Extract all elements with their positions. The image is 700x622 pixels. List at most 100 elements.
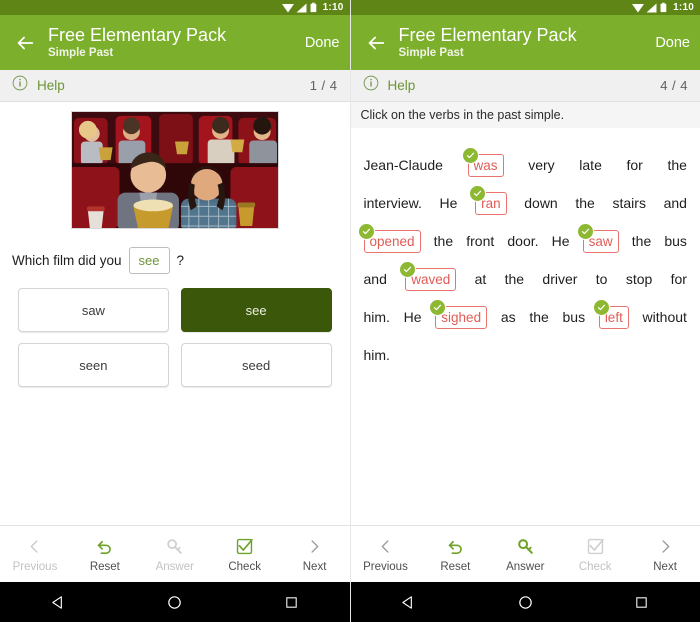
word[interactable]: for [670, 260, 688, 298]
word[interactable]: stairs [612, 184, 647, 222]
status-bar-icons-right: 1:10 [632, 2, 694, 13]
info-icon [363, 75, 379, 96]
word[interactable]: for [626, 146, 644, 184]
help-label: Help [387, 78, 416, 93]
tagged-verb-was[interactable]: was [461, 146, 504, 177]
wifi-icon [281, 3, 294, 13]
undo-icon [446, 535, 465, 557]
check-badge-icon [469, 184, 487, 202]
page-subtitle: Simple Past [398, 46, 464, 59]
toolbar-reset-label: Reset [89, 561, 120, 573]
word[interactable]: the [666, 146, 687, 184]
word[interactable]: very [527, 146, 555, 184]
tagged-verb-waved[interactable]: waved [399, 260, 457, 291]
word[interactable]: late [578, 146, 603, 184]
word[interactable]: bus [562, 298, 587, 336]
word[interactable]: He [551, 222, 571, 260]
status-bar-time: 1:10 [673, 2, 694, 13]
screen-right: 1:10 Free Elementary Pack Simple Past Do… [350, 0, 700, 622]
word[interactable]: stop [625, 260, 653, 298]
word[interactable]: front [465, 222, 495, 260]
toolbar-answer-button[interactable]: Answer [490, 535, 560, 573]
tagged-verb-saw[interactable]: saw [576, 222, 619, 253]
android-nav-bar-right [350, 582, 700, 622]
word[interactable]: at [474, 260, 488, 298]
toolbar-reset-button[interactable]: Reset [70, 535, 140, 573]
android-nav-bar [0, 582, 350, 622]
word[interactable]: the [574, 184, 595, 222]
toolbar-answer-button[interactable]: Answer [140, 535, 210, 573]
toolbar-reset-button[interactable]: Reset [420, 535, 490, 573]
word[interactable]: bus [663, 222, 688, 260]
help-button[interactable]: Help [12, 75, 65, 96]
back-arrow-icon[interactable] [363, 32, 389, 54]
chevron-right-icon [305, 535, 324, 557]
instruction-bar: Click on the verbs in the past simple. [350, 102, 700, 128]
word[interactable]: without [642, 298, 688, 336]
nav-recents-square-icon[interactable] [622, 582, 662, 622]
status-bar: 1:10 [0, 0, 350, 15]
tagged-verb-label: waved [411, 271, 451, 287]
nav-back-triangle-icon[interactable] [389, 582, 429, 622]
word[interactable]: and [663, 184, 688, 222]
word[interactable]: to [595, 260, 609, 298]
nav-back-triangle-icon[interactable] [38, 582, 78, 622]
app-bar-titles-right: Free Elementary Pack Simple Past [399, 25, 650, 61]
signal-icon [296, 3, 307, 13]
word[interactable]: driver [541, 260, 578, 298]
word[interactable]: as [500, 298, 517, 336]
chevron-left-icon [25, 535, 44, 557]
word[interactable]: the [631, 222, 652, 260]
page-title: Free Elementary Pack [48, 24, 227, 45]
exercise-line: and waved at the driver to stop for [363, 260, 689, 298]
word[interactable]: interview. [363, 184, 423, 222]
back-arrow-icon[interactable] [12, 32, 38, 54]
status-bar-right: 1:10 [350, 0, 700, 15]
nav-recents-square-icon[interactable] [271, 582, 311, 622]
done-button[interactable]: Done [649, 35, 690, 51]
key-icon [516, 535, 535, 557]
option-button-1[interactable]: see [180, 288, 332, 332]
nav-home-circle-icon[interactable] [155, 582, 195, 622]
word[interactable]: the [504, 260, 525, 298]
nav-home-circle-icon[interactable] [505, 582, 545, 622]
app-bar-right: Free Elementary Pack Simple Past Done [350, 15, 700, 70]
word[interactable]: the [433, 222, 454, 260]
tagged-verb-ran[interactable]: ran [469, 184, 507, 215]
help-bar-right: Help 4 / 4 [350, 70, 700, 102]
toolbar-next-label: Next [653, 561, 677, 573]
option-button-2[interactable]: seen [18, 343, 169, 387]
word[interactable]: door. [506, 222, 539, 260]
status-bar-icons: 1:10 [281, 2, 344, 13]
toolbar-previous-button[interactable]: Previous [0, 535, 70, 573]
option-button-3[interactable]: seed [180, 343, 332, 387]
toolbar-next-button[interactable]: Next [630, 535, 700, 573]
toolbar-check-label: Check [578, 561, 612, 573]
option-button-0[interactable]: saw [18, 288, 169, 332]
wifi-icon [632, 3, 645, 13]
word[interactable]: down [523, 184, 558, 222]
help-button[interactable]: Help [363, 75, 416, 96]
page-title: Free Elementary Pack [398, 24, 577, 45]
check-badge-icon [357, 222, 375, 240]
photo-container [0, 102, 350, 229]
word[interactable]: He [403, 298, 423, 336]
toolbar-previous-label: Previous [12, 561, 58, 573]
tagged-verb-left[interactable]: left [592, 298, 629, 329]
question-suffix: ? [176, 253, 185, 268]
word[interactable]: the [528, 298, 549, 336]
word[interactable]: him. [363, 298, 391, 336]
toolbar-previous-button[interactable]: Previous [351, 535, 421, 573]
word[interactable]: Jean-Claude [363, 146, 444, 184]
word[interactable]: and [363, 260, 388, 298]
tagged-verb-sighed[interactable]: sighed [429, 298, 488, 329]
tagged-verb-opened[interactable]: opened [357, 222, 421, 253]
right-content: Jean-Claude was very late for the interview. He… [351, 128, 700, 525]
toolbar-next-button[interactable]: Next [280, 535, 350, 573]
toolbar-check-button[interactable]: Check [210, 535, 280, 573]
word[interactable]: He [439, 184, 459, 222]
answer-blank-field[interactable]: see [128, 247, 170, 274]
word[interactable]: him. [363, 336, 391, 374]
done-button[interactable]: Done [299, 35, 340, 51]
toolbar-check-button[interactable]: Check [560, 535, 630, 573]
